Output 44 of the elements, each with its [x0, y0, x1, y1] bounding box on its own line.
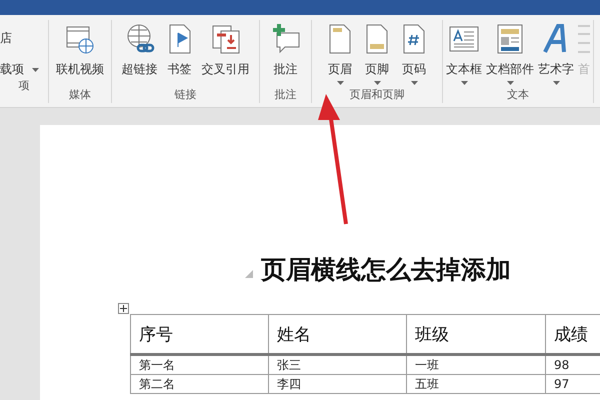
drop-cap-icon — [578, 25, 590, 53]
ribbon-button[interactable]: 页眉 — [324, 21, 356, 87]
ribbon-button[interactable]: 书签 — [164, 21, 196, 87]
ribbon-button[interactable]: 店 — [0, 30, 12, 47]
table-cell: 张三 — [268, 354, 406, 374]
caret-icon — [506, 81, 514, 85]
group-label: 项 — [18, 78, 30, 93]
group-label: 媒体 — [69, 87, 91, 102]
table-header-cell: 序号 — [130, 314, 268, 354]
ribbon-button[interactable]: 载项 — [0, 61, 39, 78]
ribbon-button[interactable]: 交叉引用 — [200, 21, 250, 87]
table-cell: 五班 — [406, 374, 546, 394]
caret-icon — [32, 68, 39, 72]
group-label: 批注 — [274, 87, 296, 102]
ribbon-button[interactable]: 联机视频 — [55, 21, 105, 87]
document-parts-icon — [495, 23, 525, 55]
group-label: 链接 — [174, 87, 196, 102]
table-move-handle-icon[interactable] — [118, 303, 129, 314]
cross-reference-icon — [210, 23, 240, 55]
table-cell: 第二名 — [130, 374, 268, 394]
caret-icon — [460, 81, 468, 85]
ribbon-button[interactable]: 批注 — [270, 21, 302, 87]
group-label: 页眉和页脚 — [350, 87, 404, 102]
ribbon-button[interactable]: 艺术字 — [537, 21, 575, 87]
caret-icon — [410, 81, 418, 85]
table-cell: 李四 — [268, 374, 406, 394]
group-label: 文本 — [507, 87, 529, 102]
table-cell: 第一名 — [130, 354, 268, 374]
caret-icon — [552, 81, 560, 85]
ribbon-button[interactable]: 页脚 — [361, 21, 393, 87]
table-header-cell: 成绩 — [546, 314, 600, 354]
table-header-cell: 姓名 — [268, 314, 406, 354]
document-heading: 页眉横线怎么去掉添加 — [261, 254, 511, 286]
table-cell: 一班 — [406, 354, 546, 374]
table-header-cell: 班级 — [406, 314, 546, 354]
ribbon-button[interactable]: 超链接 — [120, 21, 158, 87]
globe-link-icon — [124, 23, 154, 55]
ribbon-button[interactable]: 文本框 — [445, 21, 483, 87]
ribbon-button[interactable]: 文档部件 — [485, 21, 535, 87]
paragraph-marker-icon — [245, 270, 253, 278]
caret-icon — [374, 81, 380, 85]
comment-plus-icon — [270, 23, 300, 55]
caret-icon — [336, 81, 344, 85]
ribbon-button[interactable]: 页码 — [398, 21, 430, 87]
